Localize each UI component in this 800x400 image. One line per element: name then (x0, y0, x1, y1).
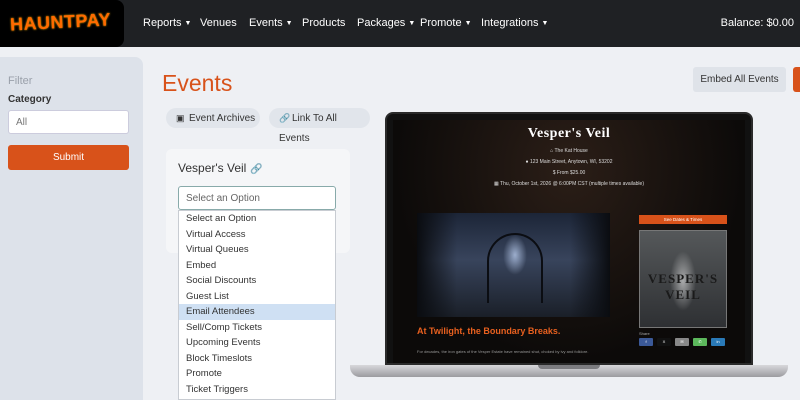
filter-sidebar: Filter Category All Submit (0, 57, 143, 400)
hero-image (417, 213, 610, 317)
category-label: Category (8, 94, 52, 105)
dropdown-option[interactable]: Ticket Triggers (179, 382, 335, 398)
link-to-all-events-button[interactable]: 🔗 Link To All Events (269, 108, 370, 144)
preview-body-text: For decades, the iron gates of the Vespe… (417, 349, 589, 354)
nav-events[interactable]: Events ▼ (249, 17, 293, 29)
dropdown-option[interactable]: Select an Option (179, 211, 335, 227)
submit-button[interactable]: Submit (8, 145, 129, 170)
link-icon[interactable]: 🔗 (250, 164, 262, 175)
laptop-notch (538, 365, 600, 369)
x-share-button[interactable]: X (657, 338, 671, 346)
event-preview-screen: Vesper's Veil ⌂ The Kat House ● 123 Main… (393, 120, 745, 363)
see-dates-button[interactable]: See Dates & Times (639, 215, 727, 224)
email-share-button[interactable]: ✉ (675, 338, 689, 346)
linkedin-share-button[interactable]: in (711, 338, 725, 346)
nav-reports[interactable]: Reports ▼ (143, 17, 191, 29)
preview-address: ● 123 Main Street, Anytown, WI, 53202 (525, 159, 613, 165)
page-title: Events (162, 70, 233, 96)
nav-packages[interactable]: Packages ▼ (357, 17, 415, 29)
event-poster: VESPER'S VEIL (639, 230, 727, 328)
dropdown-option[interactable]: Block Timeslots (179, 351, 335, 367)
archive-icon: ▣ (176, 113, 185, 123)
facebook-share-button[interactable]: f (639, 338, 653, 346)
sms-share-button[interactable]: ✆ (693, 338, 707, 346)
dropdown-option[interactable]: Social Discounts (179, 273, 335, 289)
nav-integrations[interactable]: Integrations ▼ (481, 17, 548, 29)
dropdown-option[interactable]: Sell/Comp Tickets (179, 320, 335, 336)
chevron-down-icon: ▼ (541, 20, 549, 27)
balance-display: Balance: $0.00 (720, 17, 794, 29)
event-action-select[interactable]: Select an Option (178, 186, 336, 210)
filter-title: Filter (8, 75, 33, 87)
hauntpay-logo[interactable]: HAUNTPAY (0, 0, 124, 47)
event-preview-laptop: Vesper's Veil ⌂ The Kat House ● 123 Main… (385, 112, 753, 365)
dropdown-option[interactable]: Upcoming Events (179, 335, 335, 351)
poster-text: VESPER'S VEIL (647, 271, 719, 302)
dropdown-option[interactable]: Guest List (179, 289, 335, 305)
nav-promote[interactable]: Promote ▼ (420, 17, 472, 29)
chevron-down-icon: ▼ (464, 20, 472, 27)
preview-venue: ⌂ The Kat House (550, 148, 588, 154)
dropdown-option[interactable]: Promote (179, 366, 335, 382)
event-archives-button[interactable]: ▣ Event Archives (166, 108, 260, 128)
ghost-graphic (503, 235, 527, 275)
nav-venues[interactable]: Venues (200, 17, 237, 29)
nav-products[interactable]: Products (302, 17, 345, 29)
event-action-dropdown: Select an Option Virtual Access Virtual … (178, 210, 336, 400)
chevron-down-icon: ▼ (408, 20, 416, 27)
chevron-down-icon: ▼ (285, 20, 293, 27)
logo-text: HAUNTPAY (9, 9, 112, 35)
event-title: Vesper's Veil 🔗 (178, 161, 263, 175)
dropdown-option[interactable]: Virtual Access (179, 227, 335, 243)
preview-datetime: ▦ Thu, October 1st, 2026 @ 6:00PM CST (m… (494, 181, 644, 187)
chevron-down-icon: ▼ (184, 20, 192, 27)
partial-action-button[interactable] (793, 67, 800, 92)
dropdown-option-highlighted[interactable]: Email Attendees (179, 304, 335, 320)
category-input[interactable]: All (8, 110, 129, 134)
share-label: Share (639, 331, 650, 336)
dropdown-option[interactable]: Embed (179, 258, 335, 274)
preview-tagline: At Twilight, the Boundary Breaks. (417, 326, 561, 336)
embed-all-events-button[interactable]: Embed All Events (693, 67, 786, 92)
top-navbar: HAUNTPAY Reports ▼ Venues Events ▼ Product… (0, 0, 800, 47)
preview-event-title: Vesper's Veil (527, 126, 611, 141)
dropdown-option[interactable]: Virtual Queues (179, 242, 335, 258)
preview-price: $ From $25.00 (552, 170, 586, 176)
link-icon: 🔗 (279, 113, 291, 123)
